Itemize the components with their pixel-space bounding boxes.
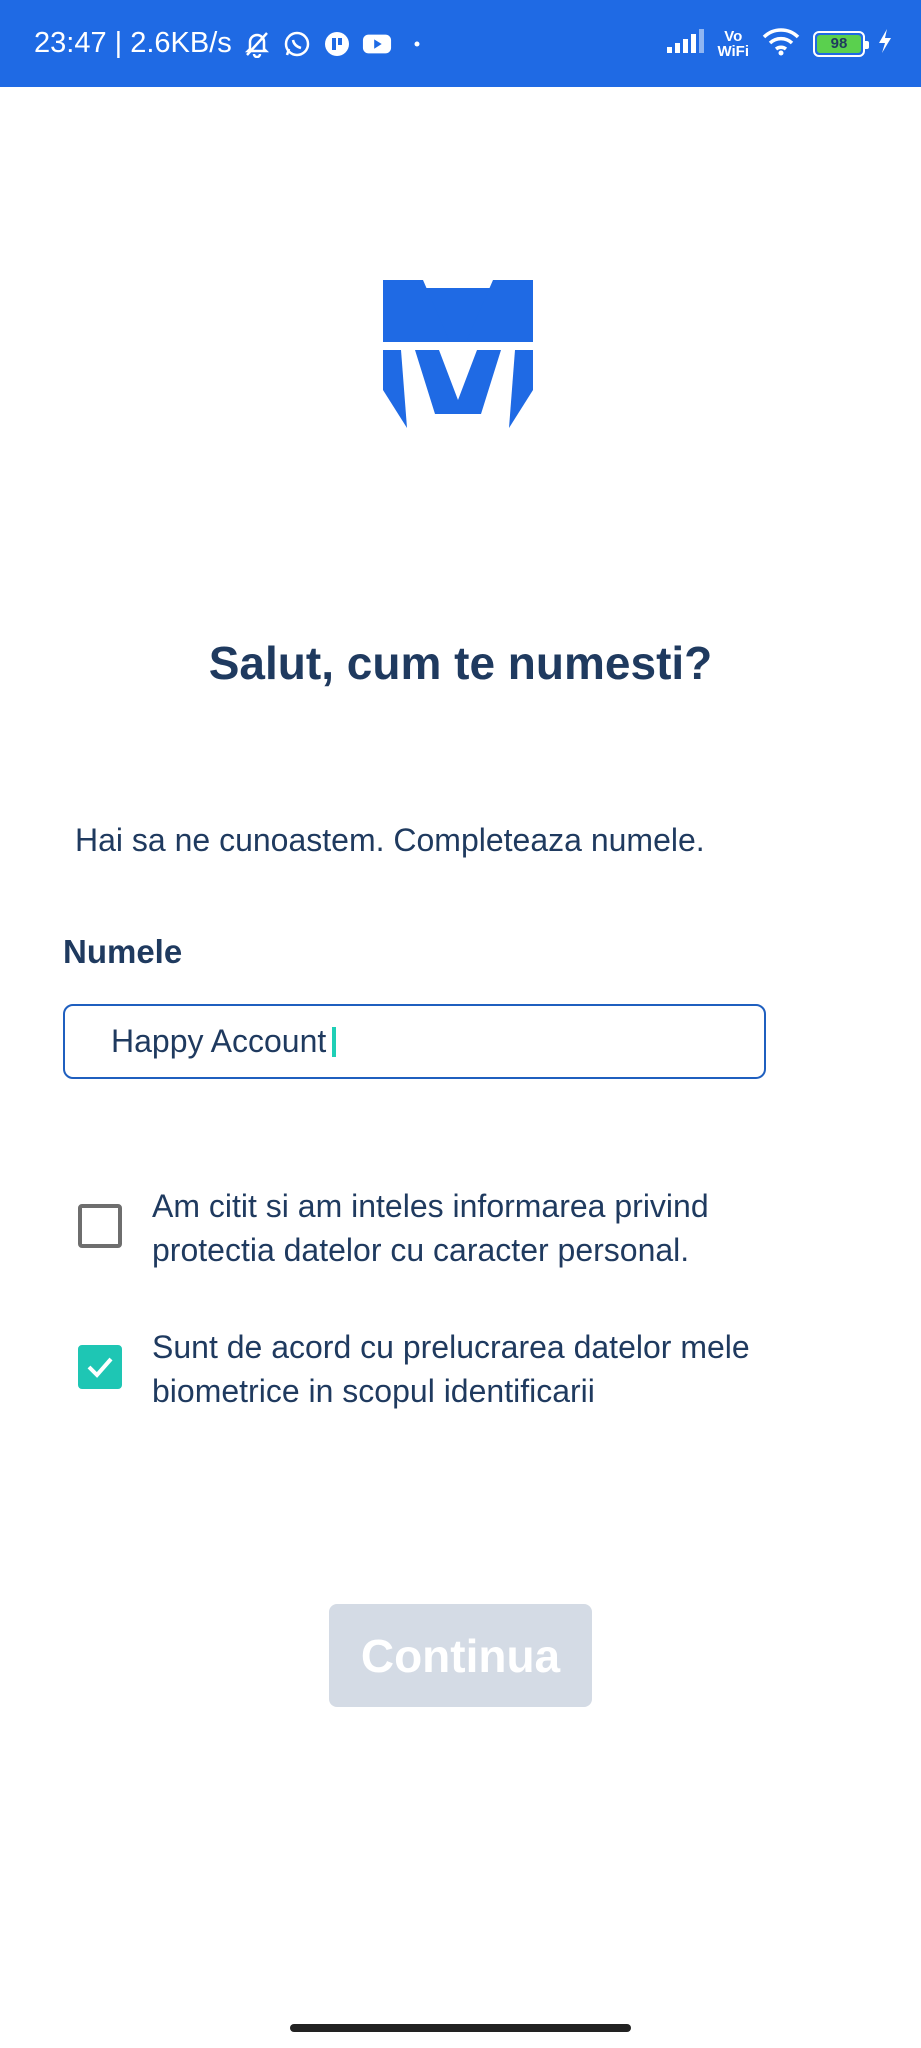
vowifi-bottom: WiFi <box>717 42 749 60</box>
consent-line: biometrice in scopul identificarii <box>152 1373 595 1409</box>
consent-text-data-protection: Am citit si am inteles informarea privin… <box>152 1184 709 1272</box>
dot-icon <box>402 29 432 59</box>
consent-biometric[interactable]: Sunt de acord cu prelucrarea datelor mel… <box>78 1325 838 1413</box>
home-indicator[interactable] <box>290 2024 631 2032</box>
m-logo-icon <box>383 280 533 428</box>
name-input-value: Happy Account <box>111 1023 327 1059</box>
whatsapp-icon <box>282 29 312 59</box>
status-right: Vo WiFi 98 <box>665 26 893 61</box>
app-icon <box>322 29 352 59</box>
name-input[interactable]: Happy Account <box>63 1004 766 1079</box>
wifi-icon <box>761 26 801 61</box>
mute-bell-icon <box>242 29 272 59</box>
consent-checkbox-biometric[interactable] <box>78 1345 122 1389</box>
status-bar: 23:47 | 2.6KB/s Vo WiFi 98 <box>0 0 921 87</box>
consent-line: protectia datelor cu caracter personal. <box>152 1232 690 1268</box>
consent-text-biometric: Sunt de acord cu prelucrarea datelor mel… <box>152 1325 750 1413</box>
text-caret <box>332 1026 337 1057</box>
vowifi-indicator: Vo WiFi <box>717 29 749 59</box>
page-subtitle: Hai sa ne cunoastem. Completeaza numele. <box>75 822 705 858</box>
battery-level: 98 <box>817 34 861 53</box>
page-title: Salut, cum te numesti? <box>208 637 713 689</box>
charging-icon <box>877 27 893 60</box>
check-icon <box>87 1357 113 1378</box>
consent-checkbox-data-protection[interactable] <box>78 1204 122 1248</box>
consent-data-protection[interactable]: Am citit si am inteles informarea privin… <box>78 1184 838 1272</box>
continue-button[interactable]: Continua <box>329 1604 592 1707</box>
status-left: 23:47 | 2.6KB/s <box>34 27 432 60</box>
consent-line: Sunt de acord cu prelucrarea datelor mel… <box>152 1329 750 1365</box>
name-field-label: Numele <box>63 933 183 970</box>
signal-icon <box>665 27 705 60</box>
youtube-icon <box>362 29 392 59</box>
status-time: 23:47 | 2.6KB/s <box>34 27 232 59</box>
consent-line: Am citit si am inteles informarea privin… <box>152 1188 709 1224</box>
battery-icon: 98 <box>813 30 869 57</box>
